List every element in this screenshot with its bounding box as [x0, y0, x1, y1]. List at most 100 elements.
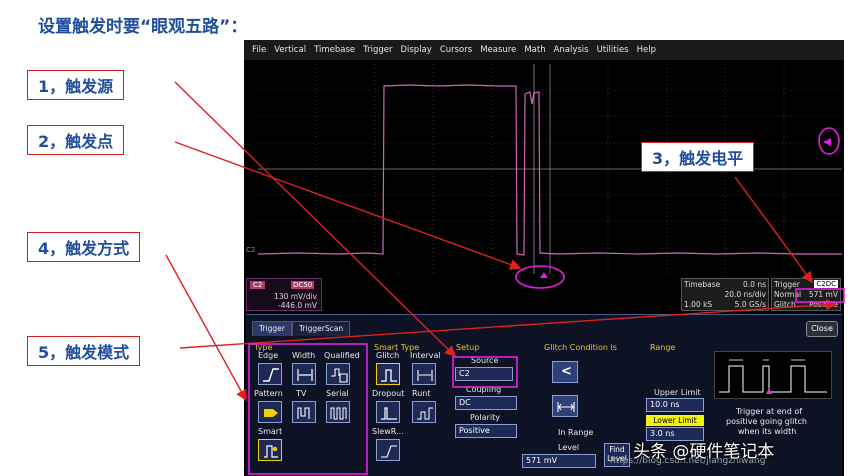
glitch-diagram-icon: [719, 359, 827, 394]
type-width-button[interactable]: [292, 363, 316, 385]
annotation-trigger-point: 2，触发点: [27, 125, 125, 155]
type-tv-label: TV: [296, 389, 307, 398]
dropout-icon: [381, 407, 397, 420]
help-text-line3: when its width: [738, 427, 797, 436]
less-than-symbol: <: [561, 364, 572, 379]
setup-section-label: Setup: [456, 343, 480, 352]
smart-icon: [264, 445, 278, 458]
menu-analysis[interactable]: Analysis: [554, 45, 589, 55]
width-icon: [297, 369, 313, 381]
close-button[interactable]: Close: [806, 321, 838, 337]
glitch-less-than-button[interactable]: <: [552, 361, 578, 383]
trace-channel-label: C2: [246, 246, 256, 254]
glitch-in-range-button[interactable]: [552, 395, 578, 417]
annotation-trigger-mode: 5，触发模式: [27, 336, 141, 366]
lower-limit-label[interactable]: Lower Limit: [646, 415, 704, 426]
timebase-points: 1.00 kS: [684, 300, 713, 309]
smart-slewrate-button[interactable]: [376, 439, 400, 461]
watermark: 头条 @硬件笔记本: [633, 442, 775, 462]
edge-icon: [263, 368, 279, 382]
trigger-slope: Positive: [809, 300, 838, 309]
channel-coupling: DC50: [291, 281, 315, 289]
menu-timebase[interactable]: Timebase: [314, 45, 355, 55]
channel-descriptor[interactable]: C2 DC50 130 mV/div -446.0 mV: [246, 278, 322, 311]
smart-interval-button[interactable]: [412, 363, 436, 385]
type-qualified-label: Qualified: [324, 351, 360, 360]
tv-icon: [297, 407, 310, 419]
timebase-label: Timebase: [684, 280, 721, 289]
timebase-descriptor[interactable]: Timebase 0.0 ns 20.0 ns/div 1.00 kS 5.0 …: [681, 278, 769, 311]
help-text-line1: Trigger at end of: [736, 407, 803, 416]
polarity-label: Polarity: [470, 413, 500, 422]
type-smart-button[interactable]: [258, 439, 282, 461]
range-icon: [557, 402, 575, 412]
smart-interval-label: Interval: [410, 351, 441, 360]
pattern-icon: [264, 409, 278, 417]
type-pattern-label: Pattern: [254, 389, 283, 398]
annotation-trigger-type: 4，触发方式: [27, 232, 141, 262]
menu-bar: File Vertical Timebase Trigger Display C…: [244, 40, 844, 60]
level-field[interactable]: 571 mV: [522, 454, 596, 468]
menu-vertical[interactable]: Vertical: [274, 45, 306, 55]
timebase-delay: 0.0 ns: [743, 280, 766, 289]
arrow-type: [165, 254, 247, 402]
range-section-label: Range: [650, 343, 676, 352]
tab-trigger-scan[interactable]: TriggerScan: [292, 321, 351, 336]
level-label: Level: [558, 443, 580, 452]
channel-vdiv: 130 mV/div: [274, 292, 317, 301]
menu-display[interactable]: Display: [400, 45, 431, 55]
waveform-grid: [258, 64, 842, 274]
glitch-condition-label: Glitch Condition is: [544, 343, 617, 352]
timebase-rate: 5.0 GS/s: [734, 300, 766, 309]
trigger-descriptor[interactable]: Trigger C2DC Normal 571 mV Glitch Positi…: [771, 278, 841, 311]
menu-trigger[interactable]: Trigger: [363, 45, 392, 55]
menu-math[interactable]: Math: [524, 45, 545, 55]
trigger-source: C2DC: [814, 280, 838, 288]
upper-limit-field[interactable]: 10.0 ns: [646, 398, 704, 412]
menu-help[interactable]: Help: [637, 45, 656, 55]
menu-cursors[interactable]: Cursors: [440, 45, 472, 55]
type-pattern-button[interactable]: [258, 401, 282, 423]
serial-icon: [330, 407, 347, 420]
trigger-level: 571 mV: [808, 290, 838, 299]
annotation-trigger-source: 1，触发源: [27, 70, 125, 100]
type-edge-button[interactable]: [258, 363, 282, 385]
channel-badge: C2: [250, 281, 266, 289]
interval-icon: [417, 370, 433, 381]
help-text-line2: positive going glitch: [726, 417, 807, 426]
waveform-display[interactable]: C2: [246, 64, 842, 274]
smart-runt-label: Runt: [412, 389, 431, 398]
scope-window: File Vertical Timebase Trigger Display C…: [244, 40, 844, 476]
source-field[interactable]: C2: [455, 367, 513, 381]
type-width-label: Width: [292, 351, 316, 360]
trigger-label: Trigger: [774, 280, 800, 289]
glitch-icon: [381, 369, 397, 382]
trigger-type: Glitch: [774, 300, 796, 309]
coupling-label: Coupling: [466, 385, 502, 394]
type-serial-label: Serial: [326, 389, 349, 398]
smart-runt-button[interactable]: [412, 401, 436, 423]
tab-trigger[interactable]: Trigger: [252, 321, 292, 336]
coupling-field[interactable]: DC: [455, 396, 517, 410]
type-serial-button[interactable]: [326, 401, 350, 423]
timebase-tdiv: 20.0 ns/div: [724, 290, 766, 299]
polarity-field[interactable]: Positive: [455, 424, 517, 438]
source-label: Source: [471, 356, 499, 365]
channel-offset: -446.0 mV: [278, 301, 317, 310]
type-tv-button[interactable]: [292, 401, 316, 423]
slide-title: 设置触发时要“眼观五路”：: [38, 17, 248, 37]
menu-measure[interactable]: Measure: [480, 45, 516, 55]
type-smart-label: Smart: [258, 427, 283, 436]
trigger-mode: Normal: [774, 290, 802, 299]
smart-dropout-label: Dropout: [372, 389, 405, 398]
smart-glitch-button[interactable]: [376, 363, 400, 385]
smart-glitch-label: Glitch: [376, 351, 400, 360]
smart-dropout-button[interactable]: [376, 401, 400, 423]
menu-utilities[interactable]: Utilities: [597, 45, 629, 55]
type-edge-label: Edge: [258, 351, 279, 360]
menu-file[interactable]: File: [252, 45, 266, 55]
type-qualified-button[interactable]: [326, 363, 350, 385]
annotation-trigger-level: 3，触发电平: [641, 142, 755, 172]
runt-icon: [417, 407, 433, 420]
smart-slewrate-label: SlewR...: [372, 427, 404, 436]
